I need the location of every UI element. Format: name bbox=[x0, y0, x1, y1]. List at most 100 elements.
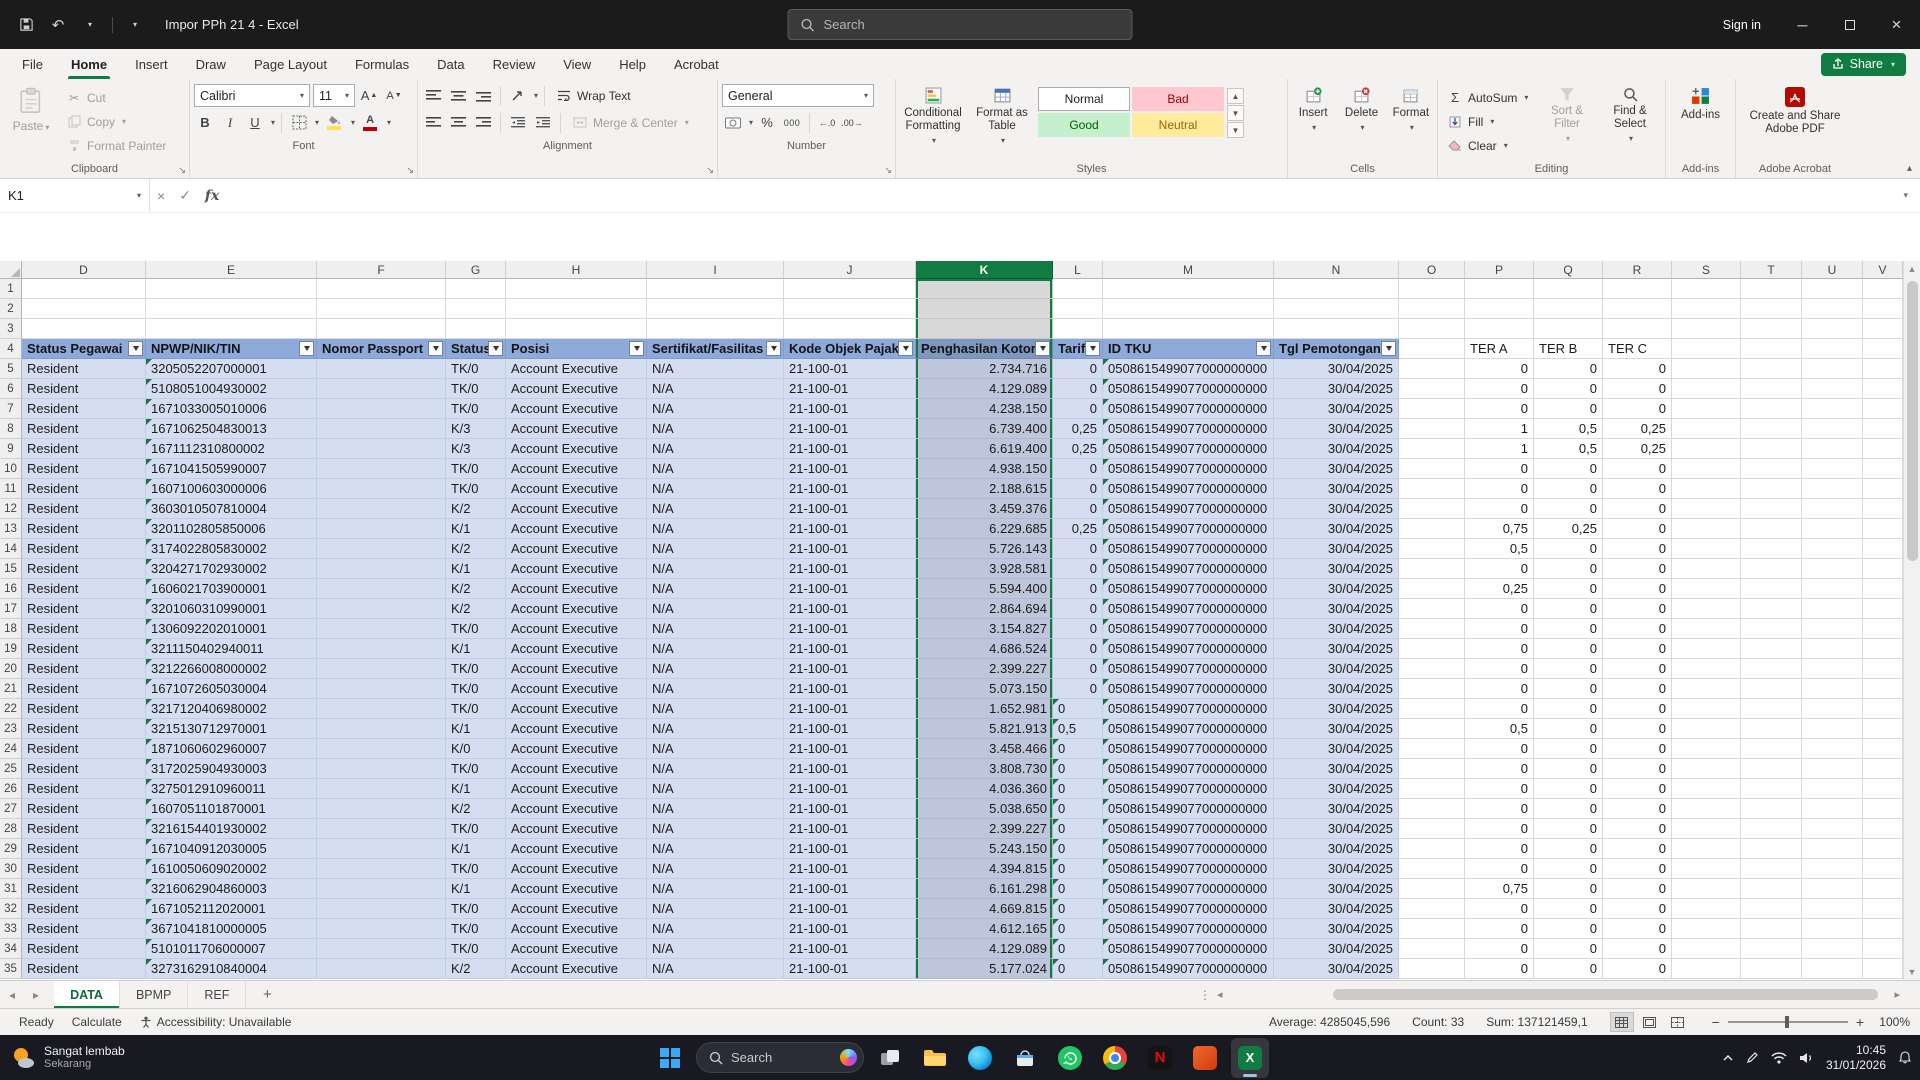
cell-P26[interactable]: 0 bbox=[1465, 779, 1534, 799]
cell-O15[interactable] bbox=[1399, 559, 1465, 579]
row-header-21[interactable]: 21 bbox=[0, 679, 22, 699]
cell-H28[interactable]: Account Executive bbox=[506, 819, 647, 839]
format-as-table-button[interactable]: Format as Table▾ bbox=[969, 82, 1035, 146]
customize-qat-icon[interactable]: ▾ bbox=[125, 15, 145, 35]
cell-J3[interactable] bbox=[784, 319, 916, 339]
cell-U5[interactable] bbox=[1802, 359, 1863, 379]
cell-I7[interactable]: N/A bbox=[647, 399, 784, 419]
font-dialog-launcher[interactable]: ↘ bbox=[406, 166, 414, 175]
cell-N15[interactable]: 30/04/2025 bbox=[1274, 559, 1399, 579]
cell-H25[interactable]: Account Executive bbox=[506, 759, 647, 779]
cell-P29[interactable]: 0 bbox=[1465, 839, 1534, 859]
cell-J4[interactable]: Kode Objek Pajak bbox=[784, 339, 916, 359]
cell-G1[interactable] bbox=[446, 279, 506, 299]
cell-V31[interactable] bbox=[1863, 879, 1903, 899]
column-header-T[interactable]: T bbox=[1741, 261, 1802, 279]
cell-G26[interactable]: K/1 bbox=[446, 779, 506, 799]
cell-J12[interactable]: 21-100-01 bbox=[784, 499, 916, 519]
cell-G28[interactable]: TK/0 bbox=[446, 819, 506, 839]
cell-M6[interactable]: 0508615499077000000000 bbox=[1103, 379, 1274, 399]
netflix-button[interactable]: N bbox=[1141, 1038, 1179, 1078]
cell-G17[interactable]: K/2 bbox=[446, 599, 506, 619]
cell-J11[interactable]: 21-100-01 bbox=[784, 479, 916, 499]
cell-L35[interactable]: 0 bbox=[1053, 959, 1103, 979]
italic-button[interactable]: I bbox=[219, 112, 241, 134]
cell-K8[interactable]: 6.739.400 bbox=[916, 419, 1053, 439]
cell-J30[interactable]: 21-100-01 bbox=[784, 859, 916, 879]
undo-dropdown-icon[interactable]: ▾ bbox=[80, 15, 100, 35]
cell-S29[interactable] bbox=[1672, 839, 1741, 859]
cell-F11[interactable] bbox=[317, 479, 446, 499]
cell-M15[interactable]: 0508615499077000000000 bbox=[1103, 559, 1274, 579]
cell-L12[interactable]: 0 bbox=[1053, 499, 1103, 519]
increase-font-icon[interactable]: A▲ bbox=[358, 85, 380, 107]
cell-Q20[interactable]: 0 bbox=[1534, 659, 1603, 679]
cell-S26[interactable] bbox=[1672, 779, 1741, 799]
cell-U21[interactable] bbox=[1802, 679, 1863, 699]
cell-G21[interactable]: TK/0 bbox=[446, 679, 506, 699]
cell-R6[interactable]: 0 bbox=[1603, 379, 1672, 399]
cell-F16[interactable] bbox=[317, 579, 446, 599]
cell-M26[interactable]: 0508615499077000000000 bbox=[1103, 779, 1274, 799]
cell-E25[interactable]: 3172025904930003 bbox=[146, 759, 317, 779]
cell-M33[interactable]: 0508615499077000000000 bbox=[1103, 919, 1274, 939]
cell-Q13[interactable]: 0,25 bbox=[1534, 519, 1603, 539]
cell-M2[interactable] bbox=[1103, 299, 1274, 319]
row-header-20[interactable]: 20 bbox=[0, 659, 22, 679]
column-header-H[interactable]: H bbox=[506, 261, 647, 279]
enter-icon[interactable]: ✓ bbox=[172, 187, 198, 204]
cell-D35[interactable]: Resident bbox=[22, 959, 146, 979]
cell-J9[interactable]: 21-100-01 bbox=[784, 439, 916, 459]
cell-S30[interactable] bbox=[1672, 859, 1741, 879]
cell-N32[interactable]: 30/04/2025 bbox=[1274, 899, 1399, 919]
row-header-3[interactable]: 3 bbox=[0, 319, 22, 339]
cell-P27[interactable]: 0 bbox=[1465, 799, 1534, 819]
cell-H18[interactable]: Account Executive bbox=[506, 619, 647, 639]
row-header-11[interactable]: 11 bbox=[0, 479, 22, 499]
cell-R24[interactable]: 0 bbox=[1603, 739, 1672, 759]
cell-J22[interactable]: 21-100-01 bbox=[784, 699, 916, 719]
cell-N10[interactable]: 30/04/2025 bbox=[1274, 459, 1399, 479]
increase-decimal-icon[interactable]: ←.0 bbox=[816, 112, 838, 134]
cell-Q33[interactable]: 0 bbox=[1534, 919, 1603, 939]
cell-K30[interactable]: 4.394.815 bbox=[916, 859, 1053, 879]
font-color-dropdown-icon[interactable]: ▾ bbox=[387, 118, 391, 127]
cell-T12[interactable] bbox=[1741, 499, 1802, 519]
cell-K6[interactable]: 4.129.089 bbox=[916, 379, 1053, 399]
cell-V14[interactable] bbox=[1863, 539, 1903, 559]
cell-N3[interactable] bbox=[1274, 319, 1399, 339]
sheet-tab-ref[interactable]: REF bbox=[188, 981, 246, 1008]
cell-O2[interactable] bbox=[1399, 299, 1465, 319]
cell-G27[interactable]: K/2 bbox=[446, 799, 506, 819]
cell-T35[interactable] bbox=[1741, 959, 1802, 979]
cell-O32[interactable] bbox=[1399, 899, 1465, 919]
cell-T18[interactable] bbox=[1741, 619, 1802, 639]
cell-U27[interactable] bbox=[1802, 799, 1863, 819]
cell-V24[interactable] bbox=[1863, 739, 1903, 759]
cell-L19[interactable]: 0 bbox=[1053, 639, 1103, 659]
cell-M13[interactable]: 0508615499077000000000 bbox=[1103, 519, 1274, 539]
cell-E28[interactable]: 3216154401930002 bbox=[146, 819, 317, 839]
sort-filter-button[interactable]: Sort & Filter▾ bbox=[1537, 82, 1597, 144]
cell-Q26[interactable]: 0 bbox=[1534, 779, 1603, 799]
cell-T8[interactable] bbox=[1741, 419, 1802, 439]
cell-V1[interactable] bbox=[1863, 279, 1903, 299]
cell-L28[interactable]: 0 bbox=[1053, 819, 1103, 839]
cell-V28[interactable] bbox=[1863, 819, 1903, 839]
cell-O31[interactable] bbox=[1399, 879, 1465, 899]
cell-G9[interactable]: K/3 bbox=[446, 439, 506, 459]
cell-V30[interactable] bbox=[1863, 859, 1903, 879]
cell-U1[interactable] bbox=[1802, 279, 1863, 299]
row-header-25[interactable]: 25 bbox=[0, 759, 22, 779]
vertical-scroll-thumb[interactable] bbox=[1907, 281, 1918, 561]
row-header-17[interactable]: 17 bbox=[0, 599, 22, 619]
cell-M24[interactable]: 0508615499077000000000 bbox=[1103, 739, 1274, 759]
cell-E18[interactable]: 1306092202010001 bbox=[146, 619, 317, 639]
row-header-1[interactable]: 1 bbox=[0, 279, 22, 299]
fill-button[interactable]: Fill▾ bbox=[1442, 110, 1534, 133]
cell-E35[interactable]: 3273162910840004 bbox=[146, 959, 317, 979]
cell-M25[interactable]: 0508615499077000000000 bbox=[1103, 759, 1274, 779]
cell-J35[interactable]: 21-100-01 bbox=[784, 959, 916, 979]
filter-button-N[interactable] bbox=[1381, 341, 1396, 356]
cell-T5[interactable] bbox=[1741, 359, 1802, 379]
